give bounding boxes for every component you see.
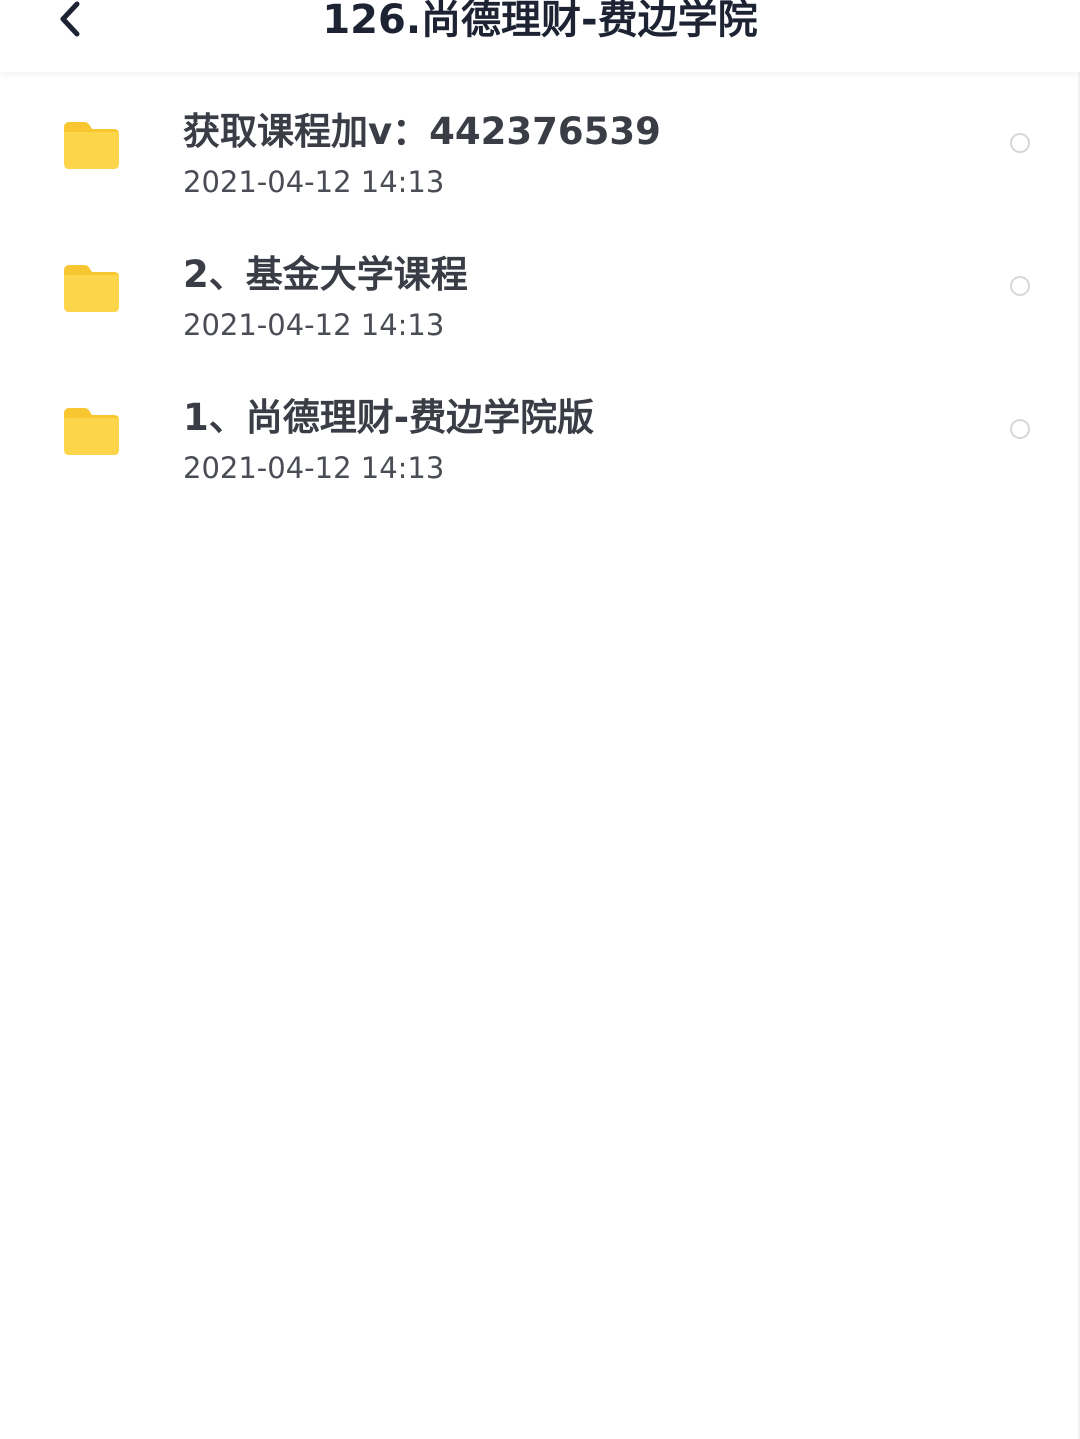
item-name: 2、基金大学课程 bbox=[183, 253, 468, 296]
folder-icon bbox=[64, 408, 119, 455]
page-title: 126.尚德理财-费边学院 bbox=[322, 0, 758, 43]
file-browser-screen: 126.尚德理财-费边学院 获取课程加v：442376539 2021-04-1… bbox=[0, 0, 1080, 1439]
item-name: 获取课程加v：442376539 bbox=[183, 110, 661, 153]
select-radio[interactable] bbox=[1010, 419, 1030, 439]
list-item[interactable]: 获取课程加v：442376539 2021-04-12 14:13 bbox=[0, 72, 1080, 215]
item-date: 2021-04-12 14:13 bbox=[183, 165, 445, 199]
select-radio[interactable] bbox=[1010, 276, 1030, 296]
item-name: 1、尚德理财-费边学院版 bbox=[183, 396, 595, 439]
nav-bar: 126.尚德理财-费边学院 bbox=[0, 0, 1080, 72]
chevron-left-icon bbox=[60, 1, 80, 37]
list-item[interactable]: 1、尚德理财-费边学院版 2021-04-12 14:13 bbox=[0, 358, 1080, 501]
list-item[interactable]: 2、基金大学课程 2021-04-12 14:13 bbox=[0, 215, 1080, 358]
item-date: 2021-04-12 14:13 bbox=[183, 308, 445, 342]
back-button[interactable] bbox=[40, 0, 100, 40]
item-date: 2021-04-12 14:13 bbox=[183, 451, 445, 485]
select-radio[interactable] bbox=[1010, 133, 1030, 153]
file-list: 获取课程加v：442376539 2021-04-12 14:13 2、基金大学… bbox=[0, 72, 1080, 501]
folder-icon bbox=[64, 265, 119, 312]
folder-icon bbox=[64, 122, 119, 169]
